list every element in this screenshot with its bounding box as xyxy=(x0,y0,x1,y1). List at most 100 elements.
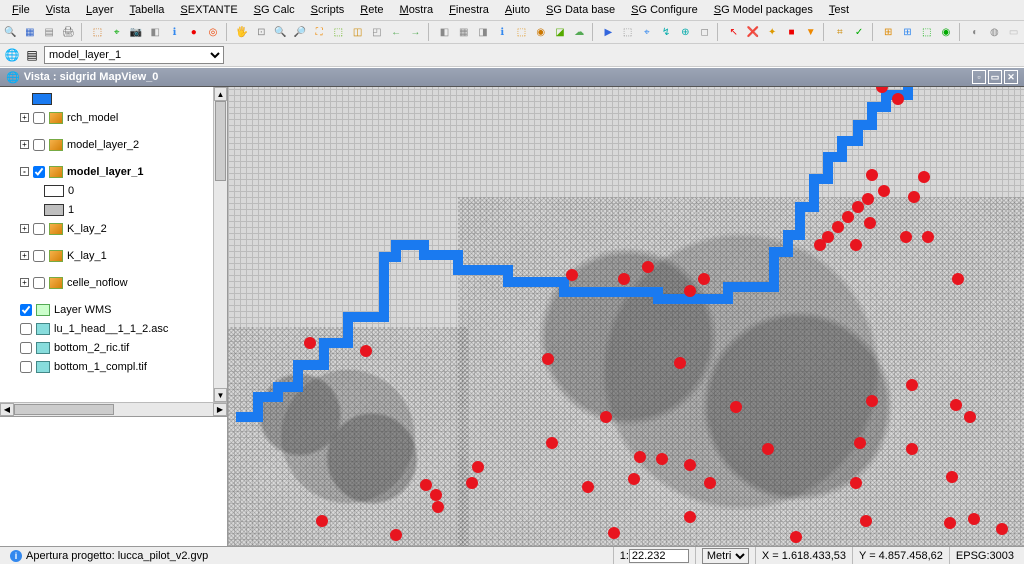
toolbar-button-0[interactable]: 🔍 xyxy=(2,23,19,41)
toolbar-button-49[interactable]: ⊞ xyxy=(880,23,897,41)
scroll-right-icon[interactable]: ▶ xyxy=(213,403,227,416)
scroll-thumb[interactable] xyxy=(215,101,226,181)
menu-test[interactable]: Test xyxy=(821,2,857,18)
layer-item-k-lay-1[interactable]: +K_lay_1 xyxy=(0,246,213,265)
menu-vista[interactable]: Vista xyxy=(38,2,78,18)
toolbar-button-18[interactable]: ⬚ xyxy=(330,23,347,41)
window-max-icon[interactable]: ▭ xyxy=(988,70,1002,84)
toolbar-button-9[interactable]: ℹ xyxy=(166,23,183,41)
toolbar-button-29[interactable]: ◉ xyxy=(532,23,549,41)
menu-sg-data-base[interactable]: SG Data base xyxy=(538,2,623,18)
toolbar-button-16[interactable]: 🔎 xyxy=(291,23,308,41)
scroll-up-icon[interactable]: ▲ xyxy=(214,87,227,101)
menu-scripts[interactable]: Scripts xyxy=(303,2,353,18)
expander-icon[interactable]: + xyxy=(20,140,29,149)
expander-icon[interactable]: + xyxy=(20,224,29,233)
window-min-icon[interactable]: ▫ xyxy=(972,70,986,84)
toc-hscrollbar[interactable]: ◀ ▶ xyxy=(0,402,227,416)
layer-item-model-layer-1[interactable]: -model_layer_1 xyxy=(0,162,213,181)
layer-visibility-checkbox[interactable] xyxy=(33,277,45,289)
toolbar-button-1[interactable]: ▦ xyxy=(21,23,38,41)
layer-visibility-checkbox[interactable] xyxy=(20,304,32,316)
toolbar-button-37[interactable]: ⊕ xyxy=(677,23,694,41)
toolbar-button-52[interactable]: ◉ xyxy=(937,23,954,41)
layer-item-lu-1-head-1-1-2-asc[interactable]: lu_1_head__1_1_2.asc xyxy=(0,319,213,338)
toolbar-button-55[interactable]: ◍ xyxy=(986,23,1003,41)
toolbar-button-6[interactable]: ⌖ xyxy=(108,23,125,41)
toolbar-button-51[interactable]: ⬚ xyxy=(918,23,935,41)
layer-tree[interactable]: +rch_model+model_layer_2-model_layer_101… xyxy=(0,87,213,402)
toolbar-button-50[interactable]: ⊞ xyxy=(899,23,916,41)
toolbar-button-5[interactable]: ⬚ xyxy=(89,23,106,41)
toolbar-button-11[interactable]: ◎ xyxy=(204,23,221,41)
toolbar-button-36[interactable]: ↯ xyxy=(658,23,675,41)
layer-item-model-layer-2[interactable]: +model_layer_2 xyxy=(0,135,213,154)
toolbar-button-20[interactable]: ◰ xyxy=(368,23,385,41)
hscroll-thumb[interactable] xyxy=(14,404,114,415)
layer-item-bottom-1-compl-tif[interactable]: bottom_1_compl.tif xyxy=(0,357,213,376)
layer-visibility-checkbox[interactable] xyxy=(20,361,32,373)
toolbar-button-30[interactable]: ◪ xyxy=(551,23,568,41)
toolbar-button-26[interactable]: ◨ xyxy=(474,23,491,41)
menu-tabella[interactable]: Tabella xyxy=(122,2,173,18)
layer-visibility-checkbox[interactable] xyxy=(20,342,32,354)
toolbar-button-43[interactable]: ■ xyxy=(783,23,800,41)
toolbar-button-14[interactable]: ⊡ xyxy=(253,23,270,41)
layer-item-rch-model[interactable]: +rch_model xyxy=(0,108,213,127)
toolbar-button-47[interactable]: ✓ xyxy=(851,23,868,41)
expander-icon[interactable]: + xyxy=(20,113,29,122)
toolbar-button-19[interactable]: ◫ xyxy=(349,23,366,41)
toolbar-button-2[interactable]: ▤ xyxy=(41,23,58,41)
expander-icon[interactable]: - xyxy=(20,167,29,176)
toolbar-button-21[interactable]: ← xyxy=(388,23,405,41)
toolbar-button-13[interactable]: 🖐 xyxy=(234,23,251,41)
menu-sg-model-packages[interactable]: SG Model packages xyxy=(706,2,821,18)
toolbar-button-27[interactable]: ℹ xyxy=(494,23,511,41)
layer-visibility-checkbox[interactable] xyxy=(33,139,45,151)
toolbar-button-15[interactable]: 🔍 xyxy=(272,23,289,41)
toolbar-button-33[interactable]: ▶ xyxy=(600,23,617,41)
menu-layer[interactable]: Layer xyxy=(78,2,122,18)
layer-item-bottom-2-ric-tif[interactable]: bottom_2_ric.tif xyxy=(0,338,213,357)
toolbar-button-8[interactable]: ◧ xyxy=(147,23,164,41)
toolbar-button-38[interactable]: ◻ xyxy=(696,23,713,41)
toolbar-button-35[interactable]: ⌖ xyxy=(638,23,655,41)
toolbar-button-17[interactable]: ⛶ xyxy=(311,23,328,41)
toolbar-button-44[interactable]: ▼ xyxy=(802,23,819,41)
expander-icon[interactable]: + xyxy=(20,251,29,260)
menu-mostra[interactable]: Mostra xyxy=(392,2,442,18)
toolbar-button-46[interactable]: ⌗ xyxy=(831,23,848,41)
menu-rete[interactable]: Rete xyxy=(352,2,391,18)
toolbar-button-3[interactable]: 🖨 xyxy=(60,23,77,41)
layer-visibility-checkbox[interactable] xyxy=(33,112,45,124)
menu-sextante[interactable]: SEXTANTE xyxy=(172,2,245,18)
active-layer-select[interactable]: model_layer_1 xyxy=(44,46,224,64)
scroll-down-icon[interactable]: ▼ xyxy=(214,388,227,402)
toolbar-button-42[interactable]: ✦ xyxy=(764,23,781,41)
toolbar-button-7[interactable]: 📷 xyxy=(127,23,144,41)
layer-visibility-checkbox[interactable] xyxy=(33,223,45,235)
window-close-icon[interactable]: ✕ xyxy=(1004,70,1018,84)
layer-item-celle-noflow[interactable]: +celle_noflow xyxy=(0,273,213,292)
expander-icon[interactable]: + xyxy=(20,278,29,287)
toolbar-button-40[interactable]: ↖ xyxy=(725,23,742,41)
toolbar-button-31[interactable]: ☁ xyxy=(571,23,588,41)
menu-sg-calc[interactable]: SG Calc xyxy=(246,2,303,18)
layer-visibility-checkbox[interactable] xyxy=(33,250,45,262)
toolbar-button-10[interactable]: ● xyxy=(185,23,202,41)
scale-input[interactable] xyxy=(629,549,689,563)
toolbar-button-41[interactable]: ❌ xyxy=(744,23,761,41)
toolbar-button-22[interactable]: → xyxy=(407,23,424,41)
menu-aiuto[interactable]: Aiuto xyxy=(497,2,538,18)
layer-visibility-checkbox[interactable] xyxy=(33,166,45,178)
toolbar-button-56[interactable]: ▭ xyxy=(1005,23,1022,41)
toolbar-button-34[interactable]: ⬚ xyxy=(619,23,636,41)
units-select[interactable]: Metri xyxy=(702,548,749,564)
layer-item-layer-wms[interactable]: Layer WMS xyxy=(0,300,213,319)
menu-finestra[interactable]: Finestra xyxy=(441,2,497,18)
scroll-left-icon[interactable]: ◀ xyxy=(0,403,14,416)
menu-sg-configure[interactable]: SG Configure xyxy=(623,2,706,18)
toolbar-button-28[interactable]: ⬚ xyxy=(513,23,530,41)
menu-file[interactable]: File xyxy=(4,2,38,18)
toolbar-button-24[interactable]: ◧ xyxy=(436,23,453,41)
